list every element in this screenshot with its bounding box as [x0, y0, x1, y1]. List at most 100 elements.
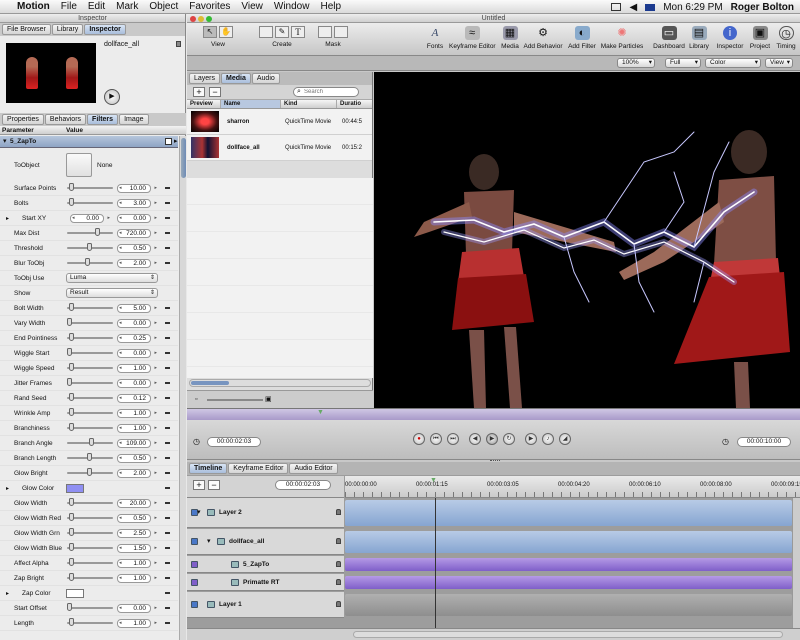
mini-timeline[interactable]: ▼	[187, 408, 800, 420]
layer-enable-checkbox[interactable]	[191, 538, 198, 545]
timing-button[interactable]: ◷ Timing	[775, 26, 797, 50]
menu-view[interactable]: View	[241, 1, 263, 12]
param-slider[interactable]	[67, 558, 113, 566]
param-slider[interactable]	[67, 183, 113, 191]
slider-thumb[interactable]	[85, 258, 90, 266]
slider-thumb[interactable]	[69, 543, 74, 551]
make-particles-button[interactable]: ✺ Make Particles	[600, 26, 644, 50]
track-bar[interactable]	[345, 594, 792, 616]
col-duration[interactable]: Duratio	[337, 100, 367, 108]
param-menu-icon[interactable]	[165, 457, 170, 459]
tab-library[interactable]: Library	[51, 24, 84, 35]
lock-icon[interactable]	[336, 538, 341, 544]
slider-thumb[interactable]	[69, 498, 74, 506]
media-hscrollbar[interactable]	[189, 379, 371, 387]
tab-file-browser[interactable]: File Browser	[2, 24, 51, 35]
param-value[interactable]: 3.00	[117, 199, 157, 208]
add-layer-button[interactable]: +	[193, 480, 205, 490]
slider-thumb[interactable]	[69, 558, 74, 566]
param-slider[interactable]	[67, 423, 113, 431]
layer-enable-checkbox[interactable]	[191, 561, 198, 568]
param-menu-icon[interactable]	[165, 247, 170, 249]
filter-menu-icon[interactable]: ▸	[174, 137, 178, 145]
slider-thumb[interactable]	[69, 303, 74, 311]
param-value[interactable]: 1.00	[117, 409, 157, 418]
param-slider[interactable]	[67, 333, 113, 341]
project-button[interactable]: ▣ Project	[748, 26, 772, 50]
param-menu-icon[interactable]	[165, 547, 170, 549]
disclosure-triangle-icon[interactable]: ▾	[197, 508, 201, 516]
dashboard-button[interactable]: ▭ Dashboard	[653, 26, 685, 50]
slider-thumb[interactable]	[69, 528, 74, 536]
param-popup[interactable]: Result	[66, 288, 158, 298]
track-header[interactable]: Primatte RT	[187, 574, 344, 591]
small-icon[interactable]: ▫	[195, 396, 197, 403]
param-slider[interactable]	[67, 348, 113, 356]
text-tool-icon[interactable]: T	[291, 26, 305, 38]
param-value[interactable]: 0.25	[117, 334, 157, 343]
param-menu-icon[interactable]	[165, 202, 170, 204]
add-filter-button[interactable]: ◐ Add Filter	[567, 26, 597, 50]
play-preview-button[interactable]: ▶	[104, 89, 120, 105]
timeline-timecode[interactable]: 00:00:02:03	[275, 480, 331, 490]
menu-favorites[interactable]: Favorites	[189, 1, 230, 12]
disclosure-triangle-icon[interactable]: ▾	[3, 137, 7, 145]
lock-icon[interactable]	[336, 509, 341, 515]
volume-icon[interactable]: ◀	[629, 2, 637, 13]
media-row[interactable]: dollface_all QuickTime Movie 00:15:2	[187, 135, 372, 161]
track-header[interactable]: ▾ dollface_all	[187, 529, 344, 555]
go-to-end-button[interactable]: ⏭	[447, 433, 459, 445]
slider-thumb[interactable]	[69, 333, 74, 341]
param-slider[interactable]	[67, 453, 113, 461]
slider-thumb[interactable]	[89, 438, 94, 446]
layer-enable-checkbox[interactable]	[191, 579, 198, 586]
param-menu-icon[interactable]	[165, 517, 170, 519]
param-slider[interactable]	[67, 618, 113, 626]
keyframe-editor-button[interactable]: ≈ Keyframe Editor	[449, 26, 496, 50]
track-header[interactable]: ▾ Layer 2	[187, 498, 344, 528]
param-menu-icon[interactable]	[165, 532, 170, 534]
slider-thumb[interactable]	[95, 228, 100, 236]
param-slider[interactable]	[67, 528, 113, 536]
playhead-icon[interactable]: ▼	[430, 477, 437, 484]
track-bar[interactable]	[345, 531, 792, 553]
param-slider[interactable]	[67, 603, 113, 611]
slider-thumb[interactable]	[67, 603, 72, 611]
tab-timeline[interactable]: Timeline	[189, 463, 228, 474]
slider-thumb[interactable]	[67, 348, 72, 356]
disclosure-triangle-icon[interactable]: ▸	[6, 215, 9, 222]
hand-tool-icon[interactable]: ✋	[219, 26, 233, 38]
slider-thumb[interactable]	[87, 468, 92, 476]
param-slider[interactable]	[67, 543, 113, 551]
param-menu-icon[interactable]	[165, 262, 170, 264]
param-value[interactable]: 0.12	[117, 394, 157, 403]
pen-tool-icon[interactable]: ✎	[275, 26, 289, 38]
inspector-scrollbar[interactable]	[179, 136, 186, 640]
menu-edit[interactable]: Edit	[88, 1, 105, 12]
param-menu-icon[interactable]	[165, 367, 170, 369]
tab-properties[interactable]: Properties	[2, 114, 44, 125]
large-icon[interactable]: ▣	[265, 395, 272, 403]
param-popup[interactable]: Luma	[66, 273, 158, 283]
app-menu[interactable]: Motion	[17, 1, 50, 12]
library-button[interactable]: ▤ Library	[688, 26, 710, 50]
param-slider[interactable]	[67, 378, 113, 386]
param-value[interactable]: 1.50	[117, 544, 157, 553]
param-slider[interactable]	[67, 393, 113, 401]
slider-thumb[interactable]	[67, 378, 72, 386]
track-bar[interactable]	[345, 500, 792, 526]
param-value[interactable]: 2.00	[117, 259, 157, 268]
timeline-vscrollbar[interactable]	[792, 498, 800, 628]
slider-thumb[interactable]	[69, 618, 74, 626]
param-menu-icon[interactable]	[165, 622, 170, 624]
param-value[interactable]: 1.00	[117, 559, 157, 568]
slider-thumb[interactable]	[69, 183, 74, 191]
remove-layer-button[interactable]: −	[208, 480, 220, 490]
arrow-tool-icon[interactable]: ↖	[203, 26, 217, 38]
param-menu-icon[interactable]	[165, 307, 170, 309]
tab-audio-editor[interactable]: Audio Editor	[289, 463, 338, 474]
filter-enable-checkbox[interactable]	[165, 138, 172, 145]
flag-icon[interactable]	[645, 3, 656, 11]
param-menu-icon[interactable]	[165, 592, 170, 594]
param-menu-icon[interactable]	[165, 487, 170, 489]
